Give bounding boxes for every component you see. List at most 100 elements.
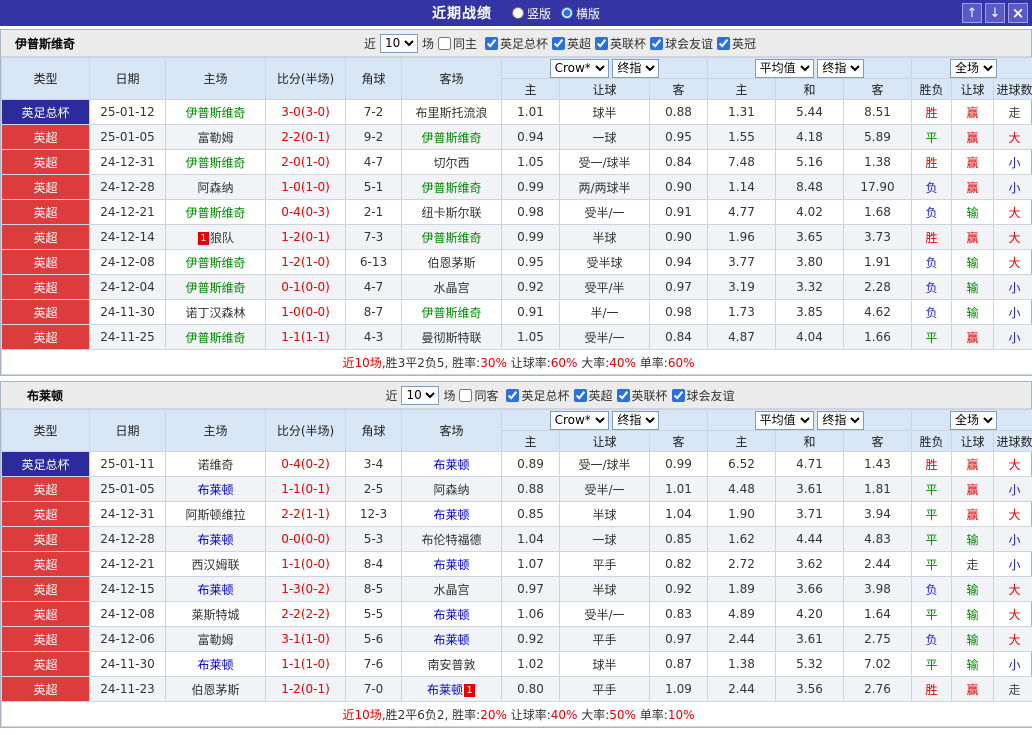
layout-option-label: 横版 — [576, 6, 601, 21]
away-odds-cell: 0.85 — [649, 526, 708, 552]
away-team-name[interactable]: 布伦特福德 — [421, 533, 481, 547]
odds-source-select[interactable]: Crow* — [549, 410, 609, 430]
avg-stage-select[interactable]: 终指 — [817, 410, 865, 430]
home-team-name[interactable]: 布莱顿 — [197, 533, 233, 547]
avg-source-select[interactable]: 平均值 — [754, 58, 814, 78]
away-team-name[interactable]: 伊普斯维奇 — [421, 131, 481, 145]
away-team-name[interactable]: 阿森纳 — [433, 483, 469, 497]
away-team-name[interactable]: 伯恩茅斯 — [427, 256, 475, 270]
matches-table: 类型 日期 主场 比分(半场) 角球 客场 Crow* 终指 平均值 终指 全场 — [0, 57, 1032, 375]
home-team-name[interactable]: 伊普斯维奇 — [185, 206, 245, 220]
layout-radio[interactable] — [561, 7, 573, 19]
corner-cell: 6-13 — [345, 249, 402, 275]
same-venue-checkbox[interactable] — [459, 388, 473, 402]
move-up-button[interactable]: ↑ — [962, 3, 982, 23]
summary-segment: 20% — [480, 707, 507, 722]
league-filter[interactable]: 英联杯 — [595, 35, 646, 52]
home-team-name[interactable]: 布莱顿 — [197, 483, 233, 497]
team-section: 布莱顿 近 10 场 同客 英足总杯 英超 英联杯 球会友谊 类型 日期 主场 比分(… — [0, 381, 1032, 728]
home-team-name[interactable]: 阿斯顿维拉 — [185, 508, 245, 522]
home-team-name[interactable]: 富勒姆 — [197, 131, 233, 145]
away-team-name[interactable]: 纽卡斯尔联 — [421, 206, 481, 220]
odds-stage-select[interactable]: 终指 — [612, 58, 660, 78]
home-odds-cell: 1.07 — [501, 551, 560, 577]
result-cell: 负 — [911, 249, 952, 275]
league-checkbox[interactable] — [650, 36, 664, 50]
away-team-name[interactable]: 切尔西 — [433, 156, 469, 170]
date-cell: 24-12-08 — [89, 601, 166, 627]
away-team-name[interactable]: 伊普斯维奇 — [421, 181, 481, 195]
same-venue-checkbox[interactable] — [437, 36, 451, 50]
home-team-name[interactable]: 西汉姆联 — [191, 558, 239, 572]
home-team-name[interactable]: 狼队 — [210, 231, 234, 245]
league-checkbox[interactable] — [616, 388, 630, 402]
league-cell: 英超 — [1, 526, 90, 552]
league-checkbox[interactable] — [506, 388, 520, 402]
col-goals: 进球数 — [992, 78, 1032, 100]
league-filter[interactable]: 球会友谊 — [671, 387, 735, 404]
league-checkbox[interactable] — [573, 388, 587, 402]
home-team-name[interactable]: 伊普斯维奇 — [185, 256, 245, 270]
date-cell: 24-12-28 — [89, 174, 166, 200]
league-filter-label: 球会友谊 — [686, 388, 735, 403]
odds-source-select[interactable]: Crow* — [549, 58, 609, 78]
odds-stage-select[interactable]: 终指 — [612, 410, 660, 430]
home-team-name[interactable]: 布莱顿 — [197, 658, 233, 672]
home-team-name[interactable]: 富勒姆 — [197, 633, 233, 647]
away-team-name[interactable]: 布莱顿 — [433, 508, 469, 522]
away-team-name[interactable]: 伊普斯维奇 — [421, 231, 481, 245]
corner-cell: 5-5 — [345, 601, 402, 627]
league-filter[interactable]: 英足总杯 — [484, 35, 548, 52]
close-button[interactable]: × — [1008, 3, 1028, 23]
away-team-name[interactable]: 伊普斯维奇 — [421, 306, 481, 320]
avg-draw-cell: 3.32 — [775, 274, 844, 300]
league-filter[interactable]: 球会友谊 — [650, 35, 713, 52]
league-filter[interactable]: 英联杯 — [616, 387, 668, 404]
same-venue-filter[interactable]: 同客 — [459, 387, 498, 404]
away-team-name[interactable]: 布莱顿 — [427, 683, 463, 697]
away-team-name[interactable]: 布莱顿 — [433, 458, 469, 472]
away-team-name[interactable]: 水晶宫 — [433, 583, 469, 597]
league-checkbox[interactable] — [595, 36, 609, 50]
home-team-name[interactable]: 布莱顿 — [197, 583, 233, 597]
same-venue-filter[interactable]: 同主 — [437, 35, 477, 52]
home-team-name[interactable]: 莱斯特城 — [191, 608, 239, 622]
home-team-name[interactable]: 伊普斯维奇 — [185, 156, 245, 170]
league-filter[interactable]: 英冠 — [717, 35, 756, 52]
home-team-name[interactable]: 伯恩茅斯 — [191, 683, 239, 697]
league-checkbox[interactable] — [671, 388, 685, 402]
avg-source-select[interactable]: 平均值 — [754, 410, 814, 430]
col-home: 主场 — [165, 409, 266, 452]
match-count-select[interactable]: 10 — [401, 385, 440, 405]
away-team-name[interactable]: 水晶宫 — [433, 281, 469, 295]
away-team-name[interactable]: 曼彻斯特联 — [421, 331, 481, 345]
away-team-name[interactable]: 布莱顿 — [433, 608, 469, 622]
away-team-name[interactable]: 布里斯托流浪 — [415, 106, 487, 120]
move-down-button[interactable]: ↓ — [985, 3, 1005, 23]
home-team-name[interactable]: 伊普斯维奇 — [185, 281, 245, 295]
match-count-select[interactable]: 10 — [379, 33, 418, 53]
away-team-name[interactable]: 南安普敦 — [427, 658, 475, 672]
avg-stage-select[interactable]: 终指 — [817, 58, 865, 78]
scope-select[interactable]: 全场 — [950, 58, 998, 78]
home-team-name[interactable]: 阿森纳 — [197, 181, 233, 195]
league-filter[interactable]: 英超 — [552, 35, 591, 52]
league-filter[interactable]: 英足总杯 — [506, 387, 570, 404]
away-team-name[interactable]: 布莱顿 — [433, 633, 469, 647]
league-checkbox[interactable] — [552, 36, 565, 50]
match-row: 英超 24-12-15 布莱顿 1-3(0-2) 8-5 水晶宫 0.97 半球 0.92 1.8… — [1, 576, 1032, 602]
home-team-name[interactable]: 伊普斯维奇 — [185, 331, 245, 345]
league-checkbox[interactable] — [717, 36, 731, 50]
layout-option[interactable]: 横版 — [561, 5, 600, 22]
home-team-name[interactable]: 伊普斯维奇 — [185, 106, 245, 120]
league-filter[interactable]: 英超 — [573, 387, 613, 404]
layout-radio[interactable] — [511, 7, 524, 19]
away-team-name[interactable]: 布莱顿 — [433, 558, 469, 572]
summary-segment: 让球率: — [506, 707, 551, 722]
league-checkbox[interactable] — [484, 36, 498, 50]
home-team-name[interactable]: 诺丁汉森林 — [185, 306, 245, 320]
layout-option[interactable]: 竖版 — [511, 5, 551, 22]
home-team-cell: 莱斯特城 — [165, 601, 266, 627]
scope-select[interactable]: 全场 — [950, 410, 998, 430]
home-team-name[interactable]: 诺维奇 — [197, 458, 233, 472]
